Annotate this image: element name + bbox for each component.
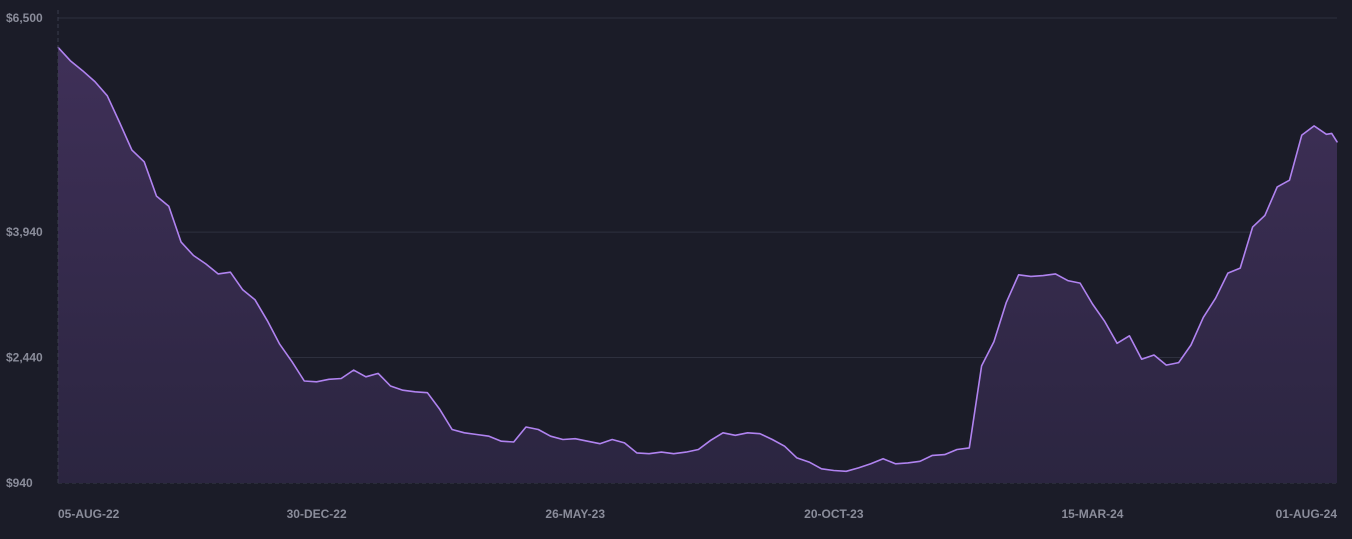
x-tick-label: 05-AUG-22 (58, 507, 120, 521)
y-axis: $6,500 $3,940 $2,440 $940 (6, 10, 59, 490)
x-tick-label: 01-AUG-24 (1276, 507, 1338, 521)
y-tick-label: $6,500 (6, 11, 43, 25)
series-area (58, 47, 1337, 484)
x-tick-label: 26-MAY-23 (545, 507, 605, 521)
x-axis: 05-AUG-22 30-DEC-22 26-MAY-23 20-OCT-23 15-M… (58, 507, 1337, 521)
x-tick-label: 30-DEC-22 (287, 507, 347, 521)
x-tick-label: 20-OCT-23 (804, 507, 864, 521)
y-tick-label: $940 (6, 476, 33, 490)
chart-svg: $6,500 $3,940 $2,440 $940 05-AUG-22 30-DEC-2… (6, 10, 1338, 521)
y-tick-label: $2,440 (6, 351, 43, 365)
y-tick-label: $3,940 (6, 225, 43, 239)
area-layer (57, 46, 1338, 484)
area-chart: $6,500 $3,940 $2,440 $940 05-AUG-22 30-DEC-2… (0, 0, 1352, 534)
x-tick-label: 15-MAR-24 (1061, 507, 1123, 521)
